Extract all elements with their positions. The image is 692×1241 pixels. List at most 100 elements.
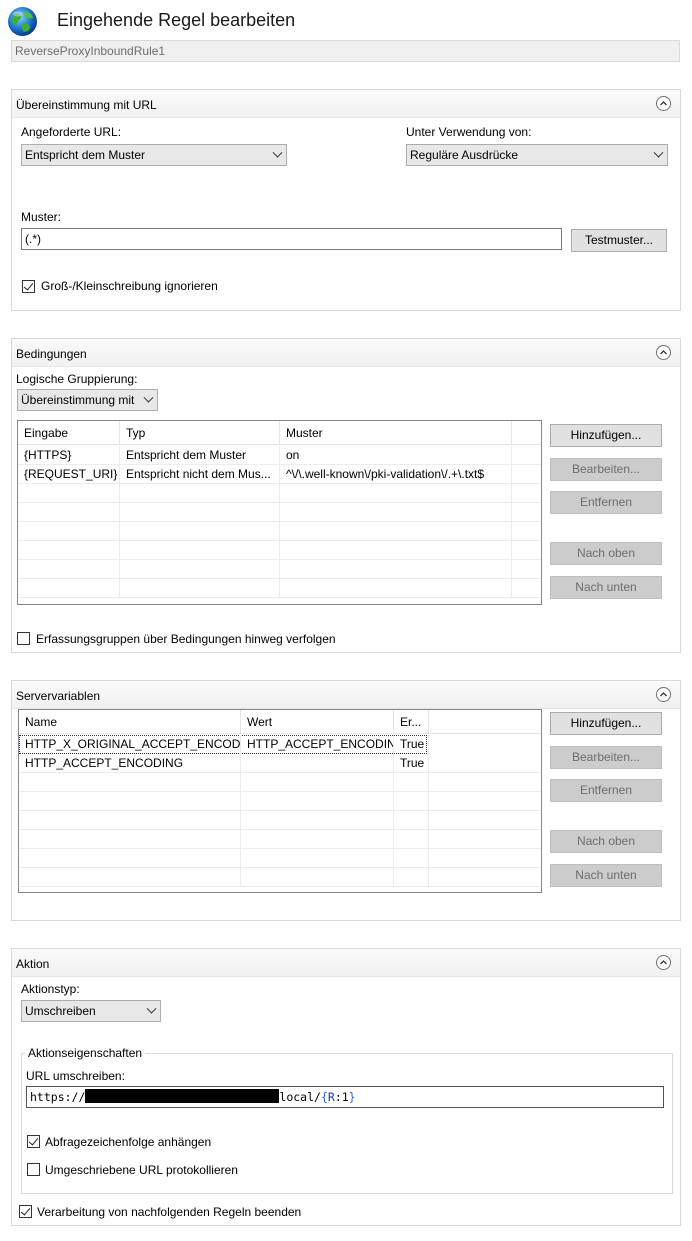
ignore-case-checkbox[interactable]: [22, 280, 35, 293]
conditions-section: Bedingungen Logische Gruppierung: Überei…: [11, 338, 681, 653]
table-cell: True: [394, 754, 429, 773]
grouping-dropdown[interactable]: Übereinstimmung mit: [17, 389, 158, 411]
rewrite-url-input[interactable]: https:// local/{R:1}: [26, 1086, 664, 1108]
chevron-down-icon: [146, 1003, 157, 1014]
url-match-section: Übereinstimmung mit URL Angeforderte URL…: [11, 89, 681, 311]
move-down-condition-button[interactable]: Nach unten: [550, 576, 662, 599]
table-cell: Entspricht dem Muster: [120, 446, 280, 465]
table-row[interactable]: HTTP_X_ORIGINAL_ACCEPT_ENCODING HTTP_ACC…: [19, 735, 429, 754]
append-query-checkbox[interactable]: [27, 1135, 40, 1148]
action-type-dropdown[interactable]: Umschreiben: [21, 1000, 161, 1022]
column-header[interactable]: Eingabe: [18, 421, 120, 445]
action-section: Aktion Aktionstyp: Umschreiben Aktionsei…: [11, 948, 681, 1226]
grouping-value: Übereinstimmung mit: [21, 393, 135, 407]
log-rewritten-checkbox[interactable]: [27, 1163, 40, 1176]
table-row-empty: [18, 541, 541, 560]
table-row-empty: [19, 792, 541, 811]
stop-processing-checkbox[interactable]: [19, 1205, 32, 1218]
chevron-up-icon[interactable]: [656, 687, 671, 702]
table-cell: {HTTPS}: [18, 446, 120, 465]
using-value: Reguläre Ausdrücke: [410, 148, 519, 162]
grouping-label: Logische Gruppierung:: [16, 372, 138, 386]
add-condition-button[interactable]: Hinzufügen...: [550, 424, 662, 447]
server-variables-header: Servervariablen: [12, 681, 680, 709]
table-row-empty: [18, 503, 541, 522]
log-rewritten-label: Umgeschriebene URL protokollieren: [45, 1163, 238, 1177]
table-row-empty: [19, 868, 541, 887]
column-header[interactable]: Wert: [241, 710, 394, 734]
add-variable-button[interactable]: Hinzufügen...: [550, 712, 662, 735]
rewrite-url-label: URL umschreiben:: [26, 1069, 125, 1083]
column-header[interactable]: Name: [19, 710, 241, 734]
table-row[interactable]: {REQUEST_URI} Entspricht nicht dem Mus..…: [18, 465, 541, 484]
action-type-value: Umschreiben: [25, 1004, 96, 1018]
requested-url-dropdown[interactable]: Entspricht dem Muster: [21, 144, 287, 166]
table-row-empty: [18, 579, 541, 598]
conditions-table[interactable]: Eingabe Typ Muster {HTTPS} Entspricht de…: [17, 420, 542, 605]
token-open-brace: {: [320, 1090, 328, 1104]
url-match-header: Übereinstimmung mit URL: [12, 90, 680, 118]
table-cell: {REQUEST_URI}: [18, 465, 120, 484]
chevron-down-icon: [272, 147, 283, 158]
table-row-empty: [18, 560, 541, 579]
table-cell: HTTP_ACCEPT_ENCODING: [19, 754, 241, 773]
table-row-empty: [18, 522, 541, 541]
column-header[interactable]: Typ: [120, 421, 280, 445]
section-title: Übereinstimmung mit URL: [16, 98, 157, 112]
table-row-empty: [19, 830, 541, 849]
redacted-hostname: [85, 1089, 280, 1103]
table-cell: ^\/\.well-known\/pki-validation\/.+\.txt…: [280, 465, 512, 484]
using-dropdown[interactable]: Reguläre Ausdrücke: [406, 144, 668, 166]
section-title: Servervariablen: [16, 689, 101, 703]
move-down-variable-button[interactable]: Nach unten: [550, 864, 662, 887]
stop-processing-label: Verarbeitung von nachfolgenden Regeln be…: [37, 1205, 302, 1219]
server-variables-section: Servervariablen Name Wert Er... HTTP_X_O…: [11, 680, 681, 921]
edit-variable-button[interactable]: Bearbeiten...: [550, 746, 662, 769]
table-cell: [241, 754, 394, 773]
table-row[interactable]: {HTTPS} Entspricht dem Muster on: [18, 446, 541, 465]
action-properties-legend: Aktionseigenschaften: [25, 1046, 146, 1060]
requested-url-label: Angeforderte URL:: [21, 125, 122, 139]
table-cell: Entspricht nicht dem Mus...: [120, 465, 280, 484]
table-row[interactable]: HTTP_ACCEPT_ENCODING True: [19, 754, 541, 773]
chevron-down-icon: [653, 147, 664, 158]
chevron-up-icon[interactable]: [656, 345, 671, 360]
pattern-input[interactable]: (.*): [21, 228, 562, 250]
chevron-up-icon[interactable]: [656, 96, 671, 111]
table-header: Eingabe Typ Muster: [18, 421, 541, 445]
pattern-label: Muster:: [21, 210, 62, 224]
server-variables-table[interactable]: Name Wert Er... HTTP_X_ORIGINAL_ACCEPT_E…: [18, 709, 542, 893]
section-title: Aktion: [16, 957, 50, 971]
section-title: Bedingungen: [16, 347, 87, 361]
remove-variable-button[interactable]: Entfernen: [550, 779, 662, 802]
rule-name-field: ReverseProxyInboundRule1: [11, 40, 680, 62]
table-row-empty: [19, 811, 541, 830]
move-up-condition-button[interactable]: Nach oben: [550, 542, 662, 565]
table-row-empty: [18, 484, 541, 503]
rewrite-url-suffix: local/: [279, 1090, 321, 1104]
append-query-label: Abfragezeichenfolge anhängen: [45, 1135, 212, 1149]
chevron-up-icon[interactable]: [656, 955, 671, 970]
token-close-brace: }: [348, 1090, 356, 1104]
column-header[interactable]: Muster: [280, 421, 512, 445]
test-pattern-button[interactable]: Testmuster...: [571, 229, 667, 252]
table-cell: on: [280, 446, 512, 465]
track-groups-label: Erfassungsgruppen über Bedingungen hinwe…: [36, 632, 336, 646]
table-row-empty: [19, 773, 541, 792]
rewrite-url-prefix: https://: [30, 1090, 86, 1104]
track-groups-checkbox[interactable]: [17, 632, 30, 645]
token-rest: :1: [334, 1090, 349, 1104]
table-cell: HTTP_ACCEPT_ENCODING: [241, 735, 394, 754]
column-header[interactable]: Er...: [394, 710, 429, 734]
action-header: Aktion: [12, 949, 680, 977]
dialog-title: Eingehende Regel bearbeiten: [57, 10, 296, 30]
ignore-case-label: Groß-/Kleinschreibung ignorieren: [41, 279, 218, 293]
remove-condition-button[interactable]: Entfernen: [550, 491, 662, 514]
move-up-variable-button[interactable]: Nach oben: [550, 830, 662, 853]
table-row-empty: [19, 849, 541, 868]
globe-icon: [7, 6, 38, 37]
table-cell: HTTP_X_ORIGINAL_ACCEPT_ENCODING: [19, 735, 241, 754]
action-type-label: Aktionstyp:: [21, 982, 80, 996]
using-label: Unter Verwendung von:: [406, 125, 532, 139]
edit-condition-button[interactable]: Bearbeiten...: [550, 458, 662, 481]
